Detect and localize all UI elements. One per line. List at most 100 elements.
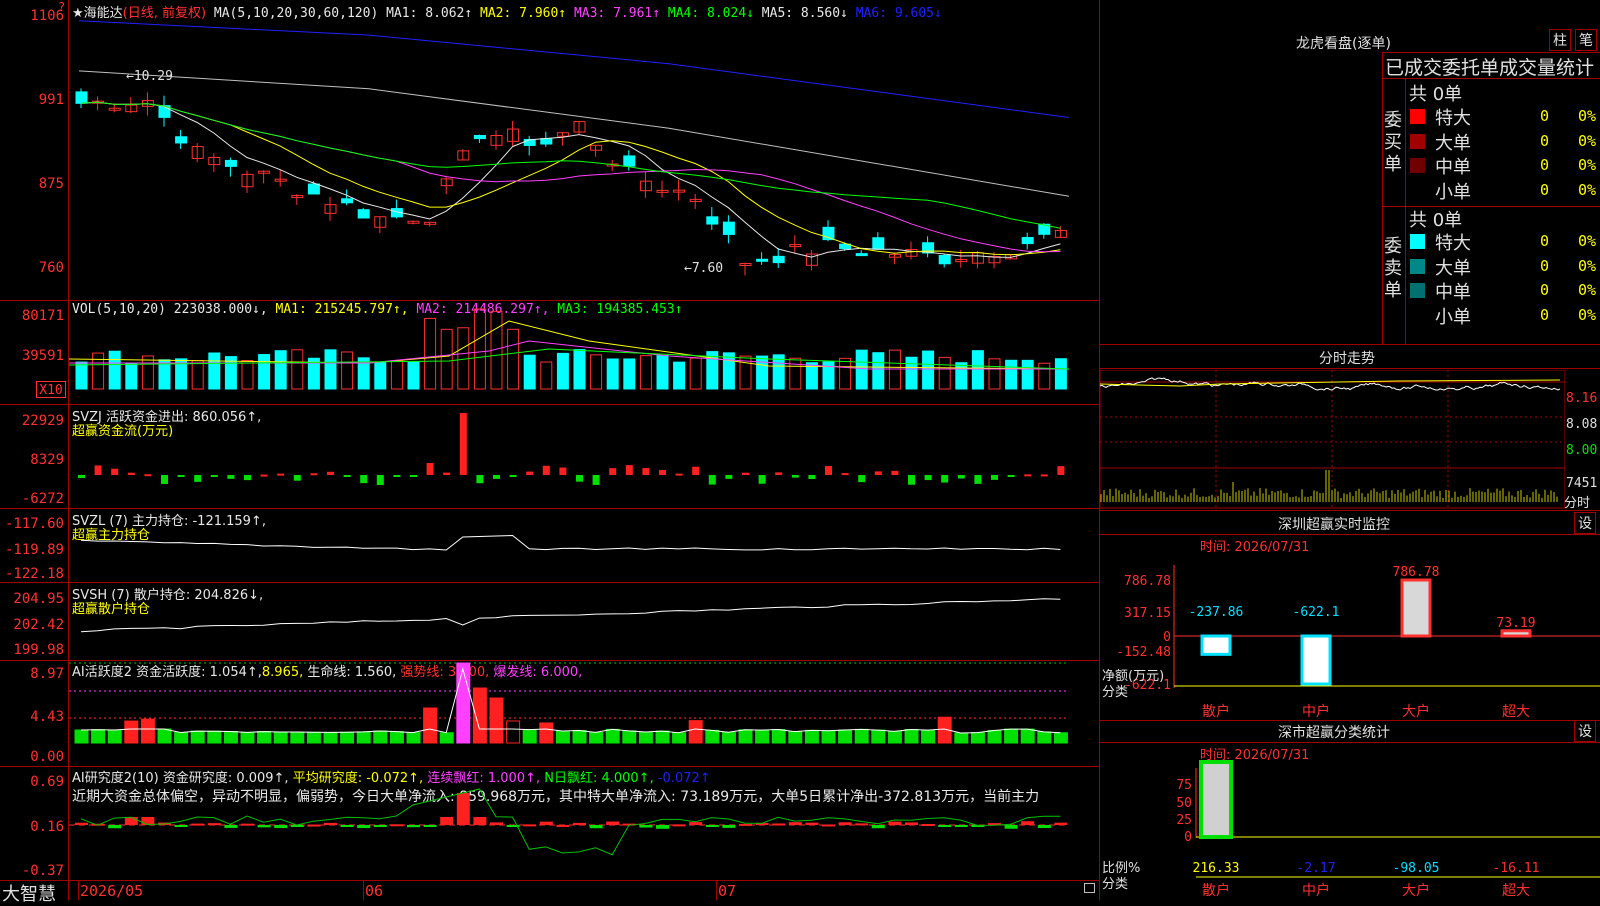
- activity-bar: [605, 728, 620, 744]
- flow-bar: [277, 473, 285, 476]
- ai-activity-chart[interactable]: [69, 661, 1099, 766]
- activity-bar: [439, 732, 454, 744]
- intraday-chart[interactable]: [1100, 370, 1565, 510]
- ai1-tick: 0.00: [30, 749, 64, 765]
- volume-chart[interactable]: [69, 301, 1099, 404]
- research-bar: [207, 823, 221, 826]
- legend-swatch: [1410, 109, 1425, 124]
- monitor-tick: -152.48: [1116, 645, 1171, 660]
- svzj-chart[interactable]: [69, 405, 1099, 508]
- research-bar: [241, 823, 254, 826]
- monitor-category: 超大: [1502, 704, 1530, 720]
- activity-bar: [854, 728, 869, 744]
- candlestick-chart[interactable]: [69, 0, 1099, 300]
- flow-bar: [94, 465, 102, 475]
- research-bar: [672, 824, 686, 827]
- research-bar: [340, 825, 354, 827]
- tick-mode-button[interactable]: 笔: [1575, 29, 1597, 51]
- class-bar: [1199, 760, 1233, 839]
- research-bar: [75, 822, 88, 825]
- research-bar: [589, 825, 603, 829]
- activity-bar: [223, 730, 238, 744]
- bar-mode-button[interactable]: 柱: [1549, 29, 1571, 51]
- candle-body: [872, 237, 885, 250]
- volume-bar: [888, 349, 901, 390]
- activity-bar: [771, 729, 786, 744]
- volume-bar: [125, 363, 138, 390]
- activity-bar: [721, 731, 736, 744]
- research-bar: [274, 825, 288, 829]
- volume-bar: [872, 352, 885, 390]
- class-chart[interactable]: 75 50 25 0 216.33 散户 -2.17 中户 -98.05 大户 -16.11 超大 比例…: [1100, 760, 1600, 900]
- flow-bar: [194, 475, 202, 482]
- flow-bar: [360, 475, 368, 484]
- flow-bar: [509, 475, 517, 477]
- svzl-chart[interactable]: [69, 509, 1099, 582]
- vol-tick: 80171: [21, 308, 64, 324]
- activity-bar: [423, 707, 438, 744]
- order-pct: 0%: [1578, 305, 1597, 324]
- vol-unit-badge[interactable]: X10: [36, 381, 66, 398]
- order-qty: 0: [1540, 156, 1550, 174]
- monitor-tick: 786.78: [1124, 574, 1171, 589]
- research-bar: [390, 824, 404, 827]
- volume-bar: [440, 328, 453, 390]
- ma60-line: [78, 70, 1070, 197]
- class-value: -2.17: [1296, 861, 1335, 876]
- flow-bar: [1057, 466, 1065, 475]
- lock-icon[interactable]: [1084, 883, 1095, 893]
- ai-research-chart[interactable]: [69, 767, 1099, 880]
- svzl-tick: -119.89: [4, 542, 64, 558]
- flow-bar: [227, 475, 235, 479]
- activity-bar: [705, 729, 720, 744]
- legend-swatch: [1410, 283, 1425, 298]
- flow-bar: [592, 475, 600, 485]
- candle-body: [556, 132, 569, 137]
- volume-bar: [208, 352, 221, 390]
- panel-separator: [0, 880, 1100, 881]
- monitor-category: 散户: [1202, 703, 1230, 720]
- research-bar: [124, 817, 138, 825]
- flow-bar: [161, 475, 168, 484]
- research-bar: [1021, 821, 1035, 825]
- intraday-avg: [1100, 379, 1561, 387]
- activity-bar: [290, 731, 305, 744]
- candle-body: [307, 183, 320, 195]
- monitor-tick: 0: [1163, 630, 1171, 645]
- svzl-tick: -117.60: [4, 516, 64, 532]
- longhu-title: 龙虎看盘(逐单): [1296, 36, 1391, 52]
- fenshi-unit: 分时: [1564, 496, 1591, 511]
- volume-bar: [955, 362, 968, 390]
- flow-bar: [725, 475, 733, 479]
- flow-bar: [808, 475, 816, 480]
- activity-bar: [124, 720, 139, 744]
- class-settings-button[interactable]: 设: [1574, 720, 1596, 742]
- activity-bar: [755, 729, 770, 744]
- flow-bar: [941, 475, 949, 483]
- activity-bar: [140, 718, 155, 744]
- svsh-chart[interactable]: [69, 583, 1099, 660]
- flow-bar: [293, 475, 301, 481]
- flow-bar: [244, 475, 251, 481]
- activity-bar: [970, 732, 985, 744]
- monitor-value: -237.86: [1189, 605, 1244, 620]
- activity-bar: [572, 729, 587, 744]
- volume-bar: [623, 358, 636, 390]
- flow-bar: [825, 466, 832, 475]
- volume-bar: [374, 362, 387, 390]
- monitor-value: -622.1: [1293, 605, 1340, 620]
- volume-bar: [689, 357, 702, 390]
- flow-bar: [692, 466, 700, 475]
- class-xlabel: 分类: [1102, 877, 1128, 892]
- volume-bar: [1038, 362, 1051, 390]
- order-qty: 0: [1540, 281, 1550, 299]
- fenshi-border: [1100, 368, 1600, 369]
- class-value: 216.33: [1193, 861, 1240, 876]
- ma-line: [80, 101, 1061, 258]
- monitor-settings-button[interactable]: 设: [1574, 512, 1596, 534]
- flow-bar: [858, 475, 866, 483]
- monitor-chart[interactable]: 786.78317.150-152.48-622.1-237.86散户-622.…: [1100, 550, 1600, 720]
- research-bar: [938, 825, 952, 827]
- research-bar: [954, 825, 968, 827]
- research-bar: [871, 825, 885, 829]
